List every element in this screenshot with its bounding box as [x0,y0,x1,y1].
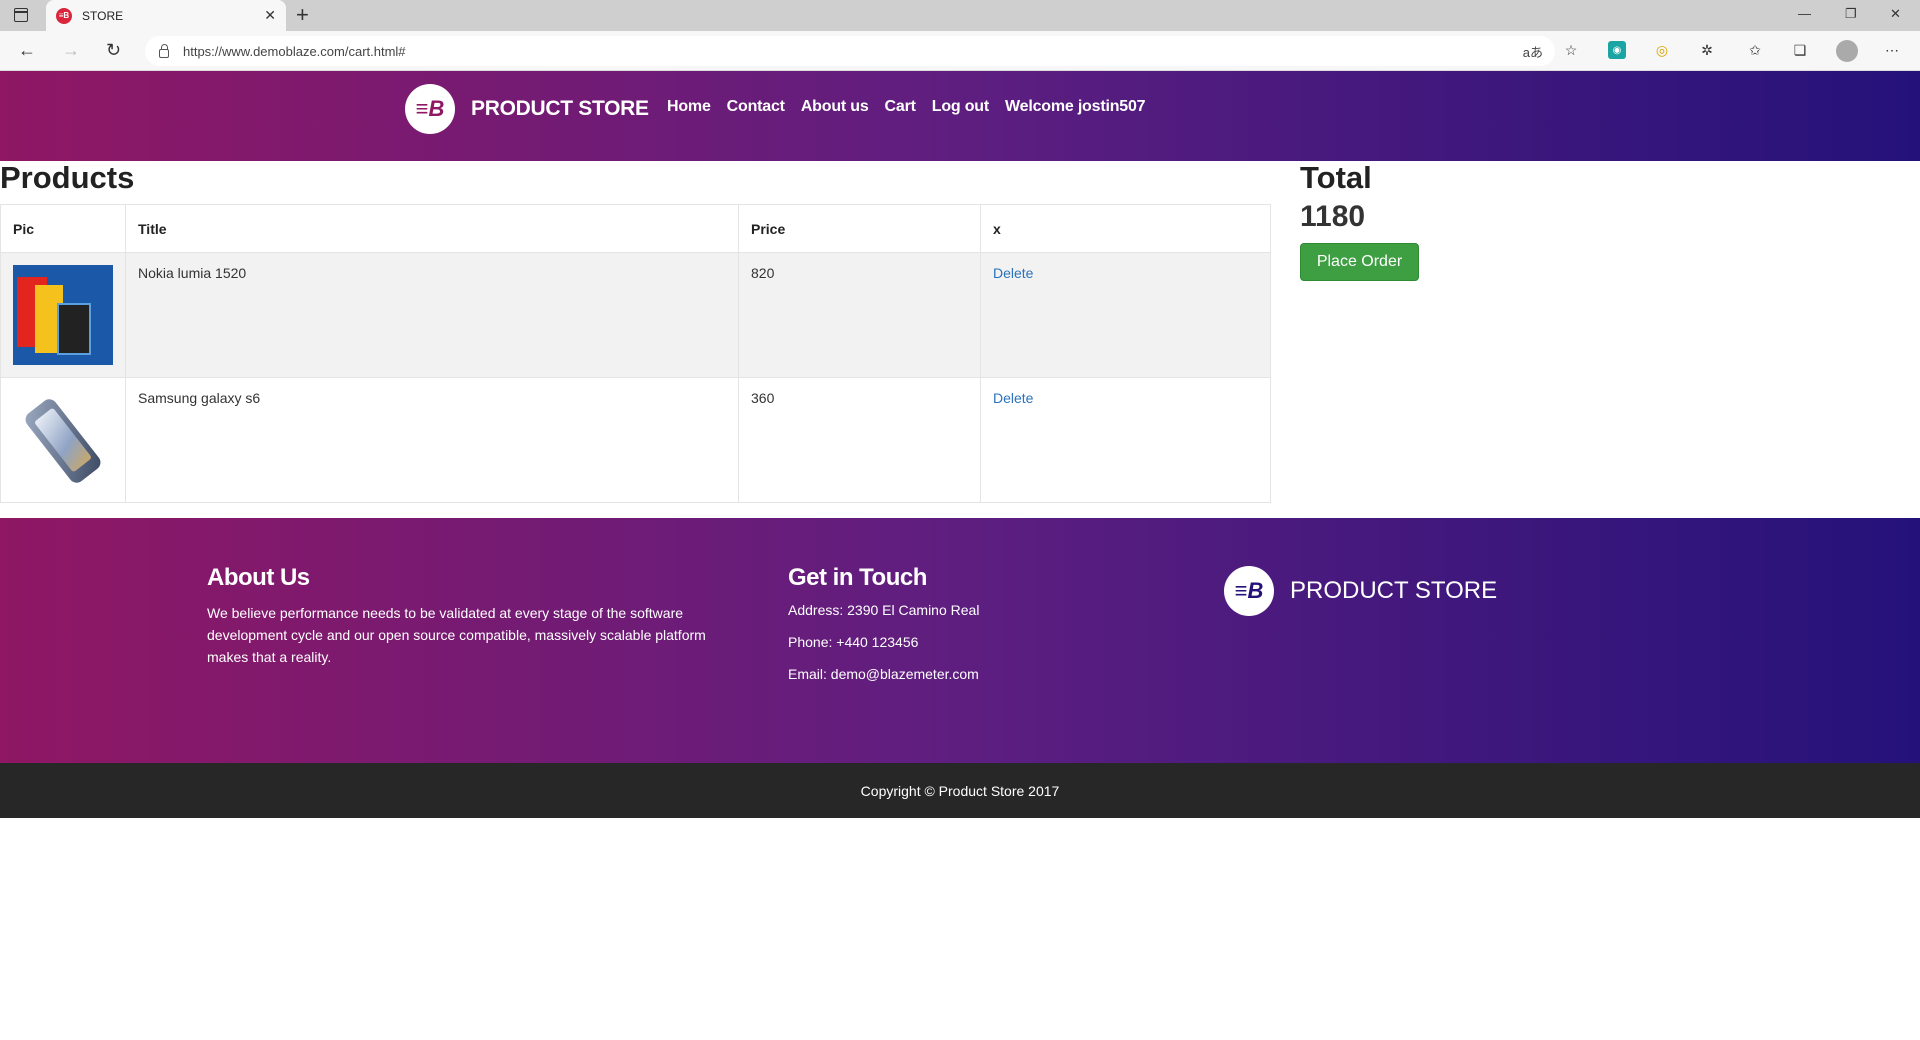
product-title: Samsung galaxy s6 [125,377,739,503]
footer-contact: Get in Touch Address: 2390 El Camino Rea… [788,564,979,698]
about-us-heading: About Us [207,564,310,591]
product-price: 360 [738,377,981,503]
cart-table: Pic Title Price x Nokia lumia 1520 820 D… [0,204,1271,503]
footer-logo-icon: ≡B [1224,566,1274,616]
site-footer: About Us We believe performance needs to… [0,518,1920,763]
brand-name: PRODUCT STORE [471,97,649,120]
browser-toolbar: ← → ↻ https://www.demoblaze.com/cart.htm… [0,31,1920,71]
tab-actions-icon[interactable] [14,8,28,22]
product-title: Nokia lumia 1520 [125,252,739,378]
product-pic-cell [0,252,126,378]
forward-icon[interactable]: → [62,40,80,61]
brand-link[interactable]: ≡B PRODUCT STORE [405,84,649,134]
table-row: Nokia lumia 1520 820 Delete [0,252,1271,378]
column-header-price: Price [738,204,981,253]
new-tab-icon[interactable]: + [296,2,309,28]
restore-icon[interactable]: ❐ [1845,6,1857,22]
copyright-text: Copyright © Product Store 2017 [860,782,1060,799]
table-row: Samsung galaxy s6 360 Delete [0,377,1271,503]
refresh-icon[interactable]: ↻ [106,40,121,61]
more-menu-icon[interactable]: ⋯ [1883,41,1901,59]
nav-links: Home Contact About us Cart Log out Welco… [667,98,1146,116]
email-text: Email: demo@blazemeter.com [788,666,979,682]
nokia-lumia-image [13,265,113,365]
column-header-x: x [980,204,1271,253]
tab-close-icon[interactable]: ✕ [264,7,276,24]
nav-cart[interactable]: Cart [885,98,916,116]
nav-home[interactable]: Home [667,98,711,116]
extension-icon[interactable]: ◎ [1653,41,1671,59]
product-pic-cell [0,377,126,503]
minimize-icon[interactable]: — [1798,6,1811,21]
collections-icon[interactable]: ❏ [1791,41,1809,59]
product-price: 820 [738,252,981,378]
get-in-touch-heading: Get in Touch [788,564,927,591]
delete-cell: Delete [980,377,1271,503]
profile-avatar[interactable] [1836,40,1858,62]
footer-brand-name: PRODUCT STORE [1290,577,1498,604]
phone-text: Phone: +440 123456 [788,634,919,650]
site-navbar: ≡B PRODUCT STORE Home Contact About us C… [0,71,1920,161]
about-us-text: We believe performance needs to be valid… [207,605,706,665]
copyright-bar: Copyright © Product Store 2017 [0,763,1920,818]
browser-tab-bar: ≡B STORE ✕ + — ❐ ✕ [0,0,1920,31]
products-heading: Products [0,160,135,195]
brand-logo-icon: ≡B [405,84,455,134]
column-header-title: Title [125,204,739,253]
read-aloud-icon[interactable]: aあ [1523,42,1543,61]
extension-icon[interactable]: ◉ [1608,41,1626,59]
table-header-row: Pic Title Price x [0,204,1271,253]
samsung-galaxy-image [13,390,113,490]
nav-welcome-user[interactable]: Welcome jostin507 [1005,98,1146,116]
url-text[interactable]: https://www.demoblaze.com/cart.html# [183,44,406,59]
back-icon[interactable]: ← [18,40,36,61]
delete-link[interactable]: Delete [993,265,1033,281]
footer-about: About Us We believe performance needs to… [207,564,737,668]
delete-cell: Delete [980,252,1271,378]
favorites-star-icon[interactable]: ☆ [1562,41,1580,59]
delete-link[interactable]: Delete [993,390,1033,406]
total-heading: Total [1300,160,1372,195]
total-value: 1180 [1300,200,1366,233]
footer-brand: ≡B PRODUCT STORE [1224,566,1497,616]
extensions-puzzle-icon[interactable]: ✲ [1698,41,1716,59]
lock-icon[interactable] [159,43,169,58]
nav-log-out[interactable]: Log out [932,98,989,116]
window-close-icon[interactable]: ✕ [1890,6,1901,22]
nav-contact[interactable]: Contact [727,98,785,116]
favorites-icon[interactable]: ✩ [1746,41,1764,59]
address-text: Address: 2390 El Camino Real [788,602,980,618]
place-order-button[interactable]: Place Order [1300,243,1419,281]
browser-tab[interactable]: ≡B STORE ✕ [46,0,286,31]
address-bar[interactable]: https://www.demoblaze.com/cart.html# aあ [145,36,1555,66]
tab-title: STORE [82,8,124,23]
favicon-icon: ≡B [56,7,72,24]
column-header-pic: Pic [0,204,126,253]
nav-about-us[interactable]: About us [801,98,869,116]
